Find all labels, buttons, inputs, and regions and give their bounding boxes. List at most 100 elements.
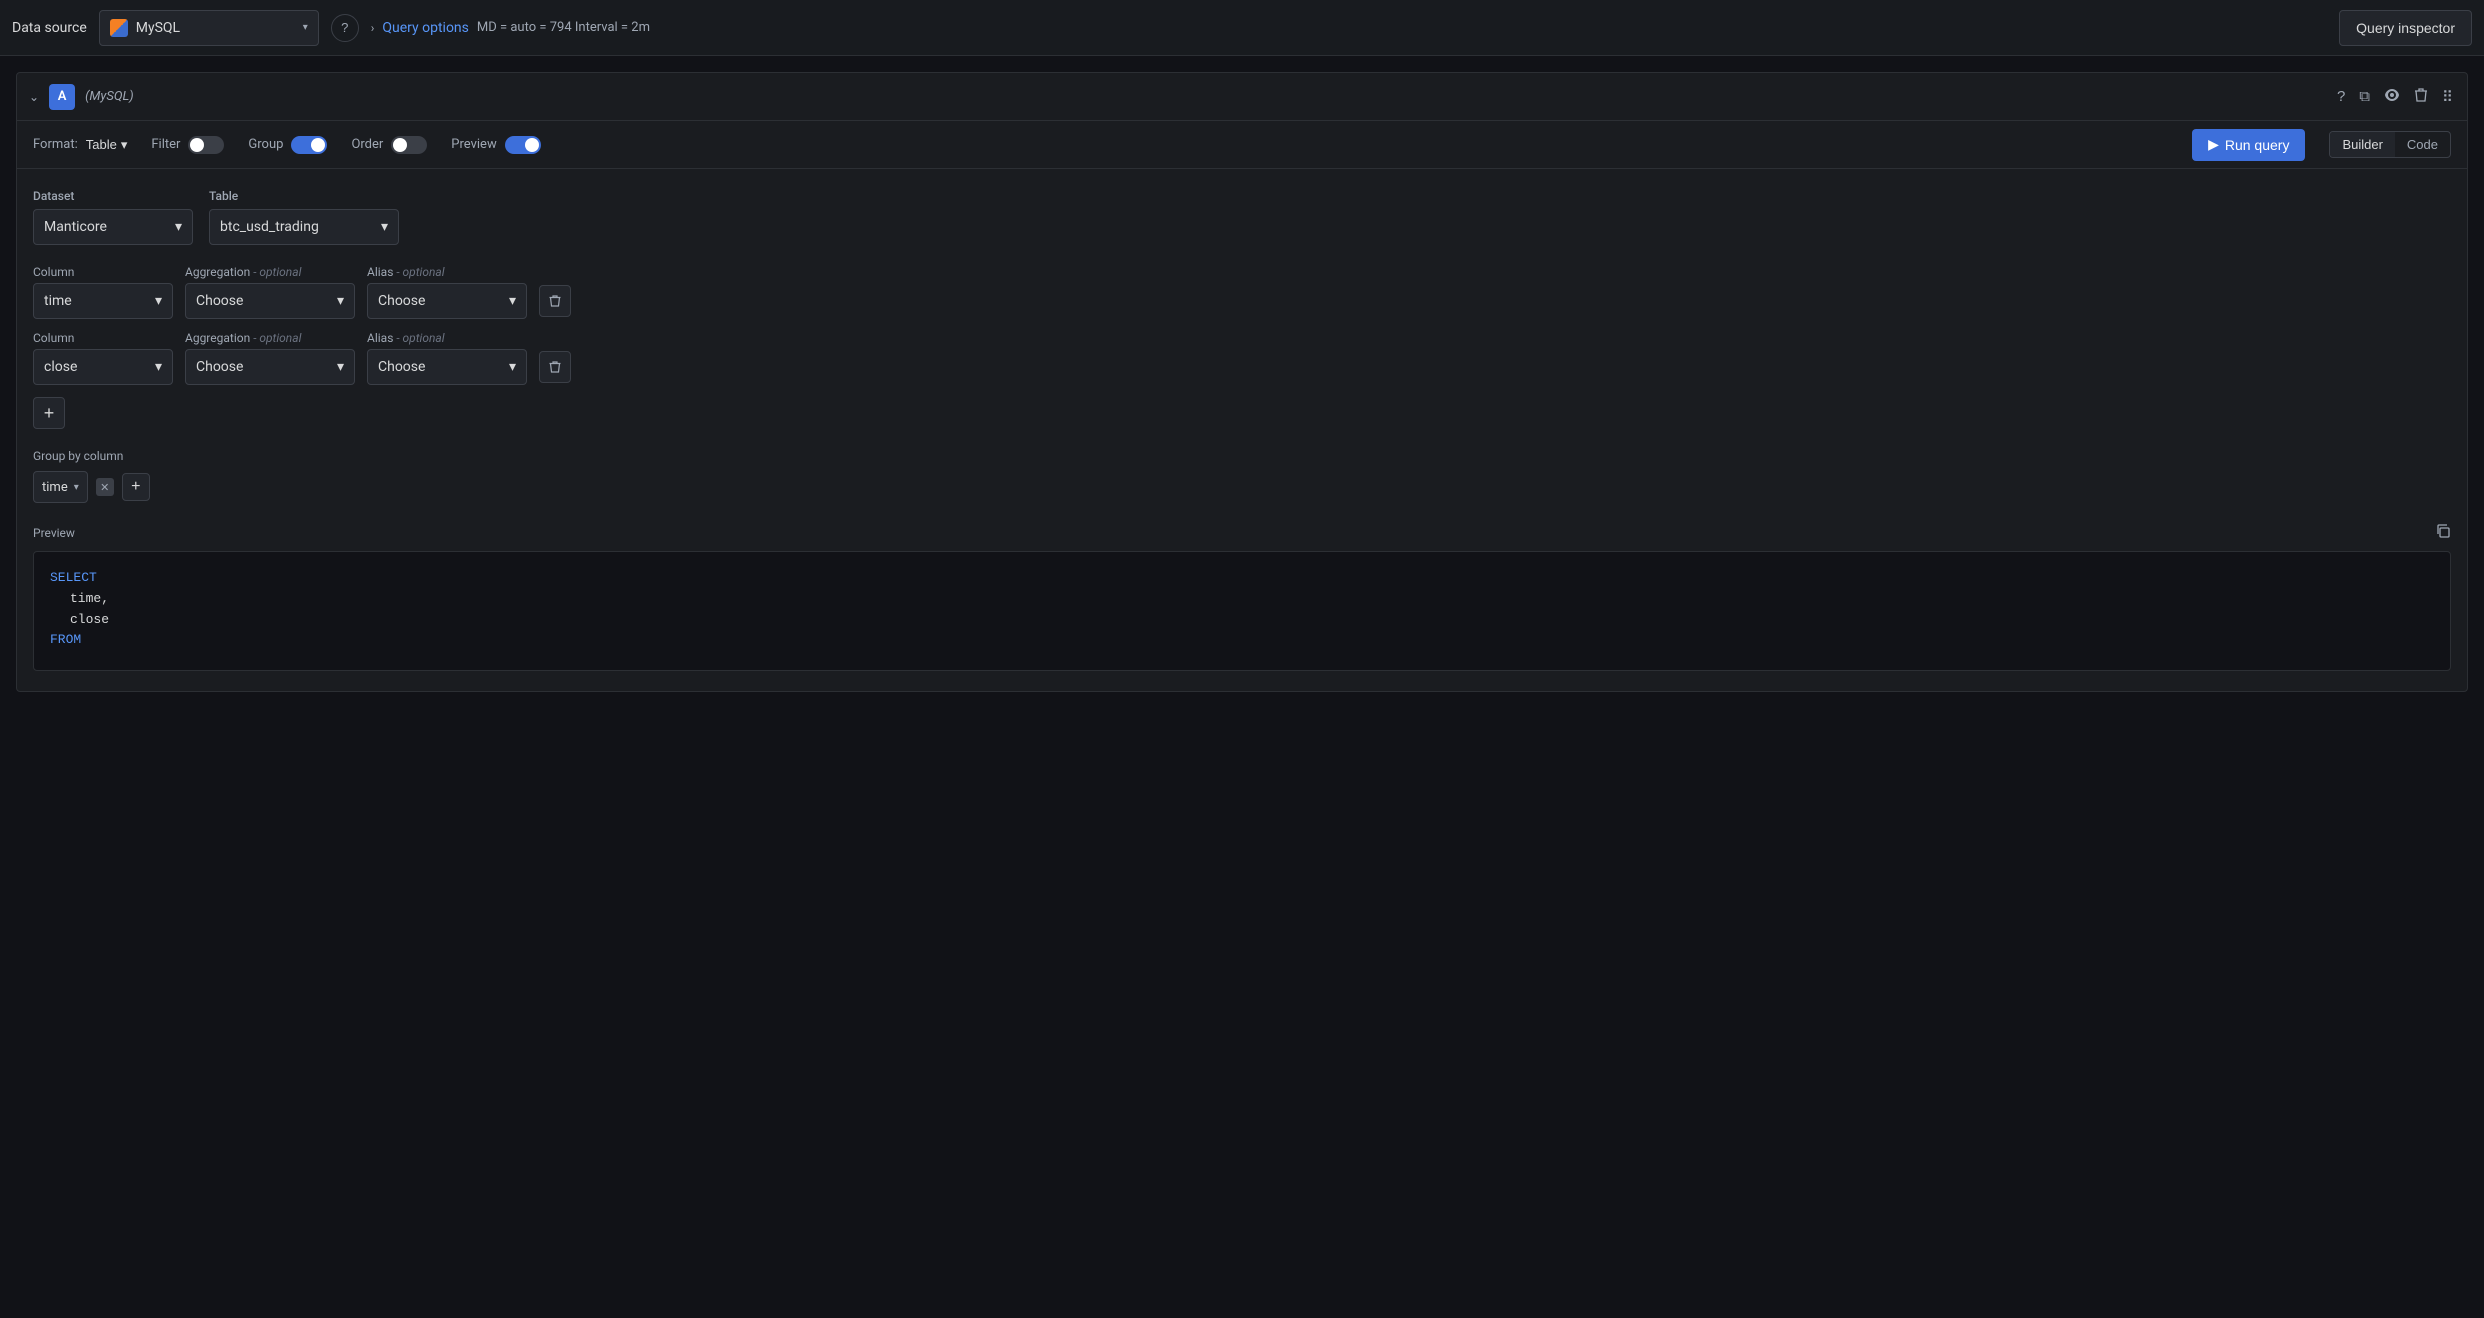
query-panel: ⌄ A (MySQL) ? ⧉ ⠿ Format: Table: [16, 72, 2468, 692]
col2-alias-value: Choose: [378, 359, 425, 375]
toolbar: Format: Table ▾ Filter Group: [17, 121, 2467, 169]
delete-query-icon[interactable]: [2412, 85, 2430, 109]
arrow-icon: ›: [371, 21, 375, 35]
group-tag-value: time: [42, 480, 68, 495]
run-query-button[interactable]: ▶ Run query: [2192, 129, 2305, 161]
dataset-chevron: ▾: [175, 219, 182, 235]
copy-query-icon[interactable]: ⧉: [2357, 86, 2372, 107]
delete-col2-button[interactable]: [539, 351, 571, 383]
data-source-name: MySQL: [136, 20, 295, 36]
dataset-table-row: Dataset Manticore ▾ Table btc_usd_tradin…: [33, 189, 2451, 245]
chevron-down-icon: ▾: [303, 22, 308, 33]
dataset-value: Manticore: [44, 219, 107, 235]
group-toggle[interactable]: [291, 136, 327, 154]
col2-column-select[interactable]: close ▾: [33, 349, 173, 385]
data-source-dropdown[interactable]: MySQL ▾: [99, 10, 319, 46]
chevron-icon: ▾: [121, 137, 128, 153]
table-chevron: ▾: [381, 219, 388, 235]
col2-alias-select[interactable]: Choose ▾: [367, 349, 527, 385]
col1-aggregation-select[interactable]: Choose ▾: [185, 283, 355, 319]
data-source-label: Data source: [12, 20, 87, 36]
col2-aggregation-label: Aggregation - optional: [185, 331, 355, 345]
format-item: Format: Table ▾: [33, 137, 127, 153]
preview-label: Preview: [451, 137, 496, 152]
builder-button[interactable]: Builder: [2330, 132, 2394, 157]
dataset-select[interactable]: Manticore ▾: [33, 209, 193, 245]
col2-aggregation-group: Aggregation - optional Choose ▾: [185, 331, 355, 385]
eye-icon[interactable]: [2382, 86, 2402, 108]
preview-header: Preview: [33, 523, 2451, 543]
table-select[interactable]: btc_usd_trading ▾: [209, 209, 399, 245]
collapse-button[interactable]: ⌄: [29, 90, 39, 104]
col2-aggregation-value: Choose: [196, 359, 243, 375]
format-label: Format:: [33, 137, 78, 152]
delete-col1-button[interactable]: [539, 285, 571, 317]
remove-group-tag-button[interactable]: ✕: [96, 478, 114, 496]
group-by-label: Group by column: [33, 449, 2451, 463]
col2-aggregation-select[interactable]: Choose ▾: [185, 349, 355, 385]
sql-field-close: close: [50, 610, 2434, 631]
column-row-2: Column close ▾ Aggregation - optional Ch…: [33, 331, 2451, 385]
query-options-area: › Query options MD = auto = 794 Interval…: [371, 20, 2327, 36]
query-body: Dataset Manticore ▾ Table btc_usd_tradin…: [17, 169, 2467, 691]
query-help-icon[interactable]: ?: [2335, 86, 2347, 107]
copy-preview-button[interactable]: [2435, 523, 2451, 543]
col2-alias-group: Alias - optional Choose ▾: [367, 331, 527, 385]
order-toggle[interactable]: [391, 136, 427, 154]
table-value: btc_usd_trading: [220, 219, 319, 235]
preview-title: Preview: [33, 526, 75, 540]
add-group-button[interactable]: +: [122, 473, 150, 501]
preview-item: Preview: [451, 136, 540, 154]
drag-handle-icon[interactable]: ⠿: [2440, 86, 2455, 108]
group-by-section: Group by column time ▾ ✕ +: [33, 449, 2451, 503]
col1-aggregation-value: Choose: [196, 293, 243, 309]
table-group: Table btc_usd_trading ▾: [209, 189, 399, 245]
col2-col-chevron: ▾: [155, 359, 162, 375]
preview-section: Preview SELECT time, close FROM: [33, 523, 2451, 671]
col2-alias-label: Alias - optional: [367, 331, 527, 345]
column-row-1: Column time ▾ Aggregation - optional Cho…: [33, 265, 2451, 319]
sql-select-keyword: SELECT: [50, 568, 2434, 589]
query-meta: MD = auto = 794 Interval = 2m: [477, 20, 650, 35]
sql-preview-block: SELECT time, close FROM: [33, 551, 2451, 671]
query-options-link[interactable]: Query options: [382, 20, 469, 36]
format-select[interactable]: Table ▾: [86, 137, 128, 153]
col1-aggregation-label: Aggregation - optional: [185, 265, 355, 279]
dataset-group: Dataset Manticore ▾: [33, 189, 193, 245]
col1-alias-select[interactable]: Choose ▾: [367, 283, 527, 319]
query-header: ⌄ A (MySQL) ? ⧉ ⠿: [17, 73, 2467, 121]
code-button[interactable]: Code: [2395, 132, 2450, 157]
col1-col-chevron: ▾: [155, 293, 162, 309]
col1-alias-group: Alias - optional Choose ▾: [367, 265, 527, 319]
col1-aggregation-group: Aggregation - optional Choose ▾: [185, 265, 355, 319]
col2-column-group: Column close ▾: [33, 331, 173, 385]
filter-toggle[interactable]: [188, 136, 224, 154]
order-item: Order: [351, 136, 427, 154]
col1-agg-chevron: ▾: [337, 293, 344, 309]
filter-item: Filter: [151, 136, 224, 154]
group-by-row: time ▾ ✕ +: [33, 471, 2451, 503]
preview-toggle[interactable]: [505, 136, 541, 154]
query-inspector-button[interactable]: Query inspector: [2339, 10, 2472, 46]
query-letter-badge: A: [49, 84, 75, 110]
col1-alias-chevron: ▾: [509, 293, 516, 309]
tag-chevron-icon: ▾: [74, 482, 79, 493]
col2-agg-chevron: ▾: [337, 359, 344, 375]
col1-alias-label: Alias - optional: [367, 265, 527, 279]
mysql-icon: [110, 19, 128, 37]
col1-alias-value: Choose: [378, 293, 425, 309]
sql-field-time: time,: [50, 589, 2434, 610]
builder-code-toggle: Builder Code: [2329, 131, 2451, 158]
columns-section: Column time ▾ Aggregation - optional Cho…: [33, 265, 2451, 429]
help-button[interactable]: ?: [331, 14, 359, 42]
header-icons: ? ⧉ ⠿: [2335, 85, 2455, 109]
filter-label: Filter: [151, 137, 180, 152]
col1-column-label: Column: [33, 265, 173, 279]
col1-column-value: time: [44, 293, 72, 309]
col1-column-select[interactable]: time ▾: [33, 283, 173, 319]
add-column-button[interactable]: +: [33, 397, 65, 429]
dataset-label: Dataset: [33, 189, 193, 203]
col2-column-label: Column: [33, 331, 173, 345]
col1-column-group: Column time ▾: [33, 265, 173, 319]
table-label: Table: [209, 189, 399, 203]
